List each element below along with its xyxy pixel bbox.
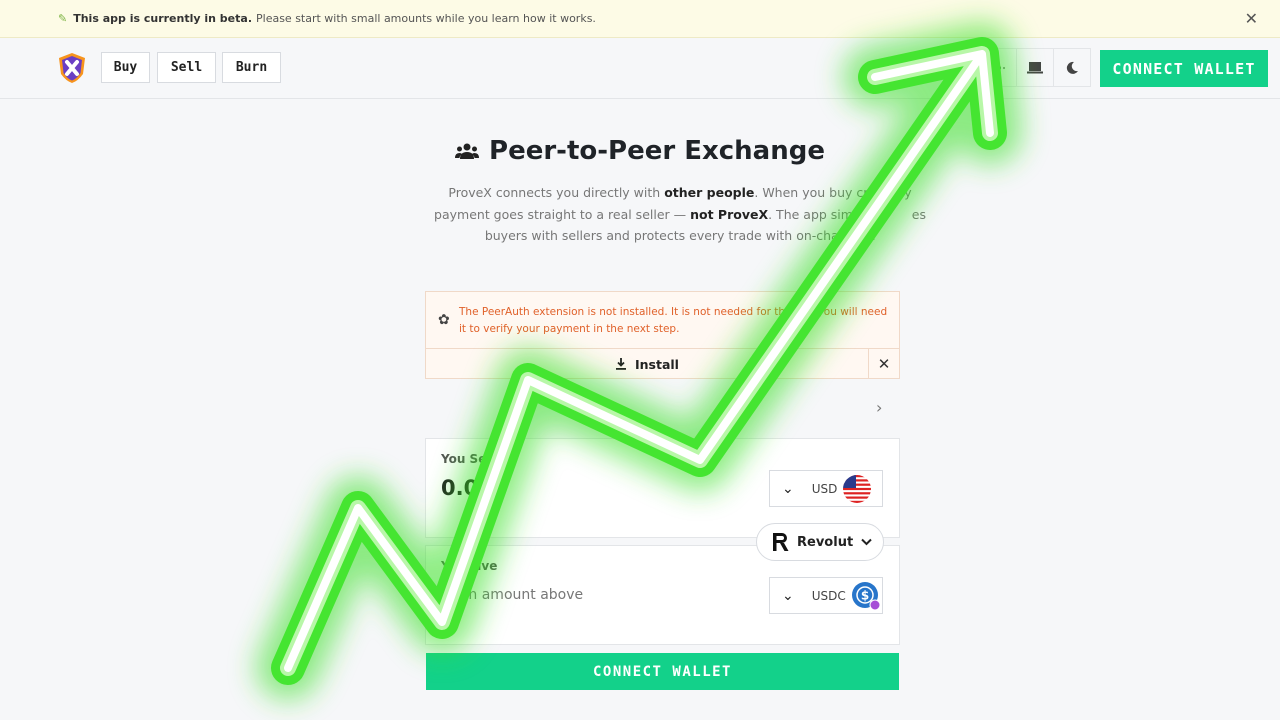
desc-bold: other people [664, 185, 755, 200]
navbar: Buy Sell Burn CONNECT WALLET [0, 38, 1280, 99]
desc-text: payment goes straight to a real seller — [434, 206, 691, 222]
nav-burn-button[interactable]: Burn [222, 52, 281, 83]
desc-text: . The app simply m [768, 206, 888, 222]
puzzle-icon: ✿ [438, 312, 450, 328]
install-label: Install [635, 356, 679, 372]
provex-logo[interactable] [58, 52, 86, 84]
close-icon[interactable]: ✕ [1245, 9, 1258, 28]
chevron-down-icon [861, 538, 872, 546]
install-button[interactable]: Install [426, 349, 868, 379]
page-description: ProveX connects you directly with other … [420, 182, 940, 247]
chevron-down-icon: ⌄ [782, 587, 794, 604]
beta-banner-text: Please start with small amounts while yo… [256, 12, 596, 25]
usdc-icon: $ [851, 581, 880, 610]
system-theme-button[interactable] [1016, 48, 1054, 87]
desc-text: es [911, 206, 926, 222]
extension-message: The PeerAuth extension is not installed.… [459, 306, 888, 335]
users-icon [455, 143, 480, 159]
desc-text: buyers with sellers and protects every t… [484, 228, 876, 243]
connect-wallet-main-button[interactable]: CONNECT WALLET [426, 653, 899, 690]
receive-amount-input[interactable]: er an amount above [441, 587, 583, 603]
download-icon [616, 358, 626, 370]
sun-icon [991, 60, 1005, 75]
desc-text: ProveX connects you directly with [448, 185, 665, 200]
us-flag-icon [843, 474, 872, 503]
page-title-text: Peer-to-Peer Exchange [489, 136, 825, 166]
extension-notice: ✿ The PeerAuth extension is not installe… [425, 291, 900, 379]
send-currency-code: USD [811, 481, 838, 496]
receive-currency-select[interactable]: ⌄ USDC $ [769, 577, 883, 614]
laptop-icon [1027, 62, 1043, 74]
nav-sell-button[interactable]: Sell [157, 52, 216, 83]
page-title: Peer-to-Peer Exchange [0, 136, 1280, 166]
desc-bold: not ProveX [690, 206, 769, 222]
payment-method-select[interactable]: Revolut [756, 523, 884, 561]
nav-buy-button[interactable]: Buy [101, 52, 150, 83]
connect-wallet-button[interactable]: CONNECT WALLET [1100, 50, 1268, 87]
dark-theme-button[interactable] [1053, 48, 1091, 87]
moon-icon [1066, 61, 1078, 74]
light-theme-button[interactable] [979, 48, 1017, 87]
pencil-icon: ✎ [58, 12, 68, 25]
chevron-down-icon: ⌄ [782, 480, 794, 497]
beta-banner: ✎ This app is currently in beta. Please … [0, 0, 1280, 38]
send-amount-input[interactable]: 0.00 [441, 476, 493, 500]
beta-banner-bold: This app is currently in beta. [73, 12, 252, 25]
dismiss-notice-button[interactable]: ✕ [868, 349, 899, 379]
send-label: You Sen [441, 452, 495, 466]
receive-label: Y eceive [441, 559, 498, 573]
payment-method-label: Revolut [797, 534, 854, 550]
send-currency-select[interactable]: ⌄ USD [769, 470, 883, 507]
svg-text:$: $ [861, 588, 869, 602]
receive-currency-code: USDC [811, 588, 846, 603]
revolut-logo-icon [773, 533, 789, 551]
install-row: Install ✕ [426, 348, 899, 379]
desc-text: . When you buy crypto, y [754, 185, 912, 200]
chevron-right-icon[interactable]: › [876, 398, 882, 417]
